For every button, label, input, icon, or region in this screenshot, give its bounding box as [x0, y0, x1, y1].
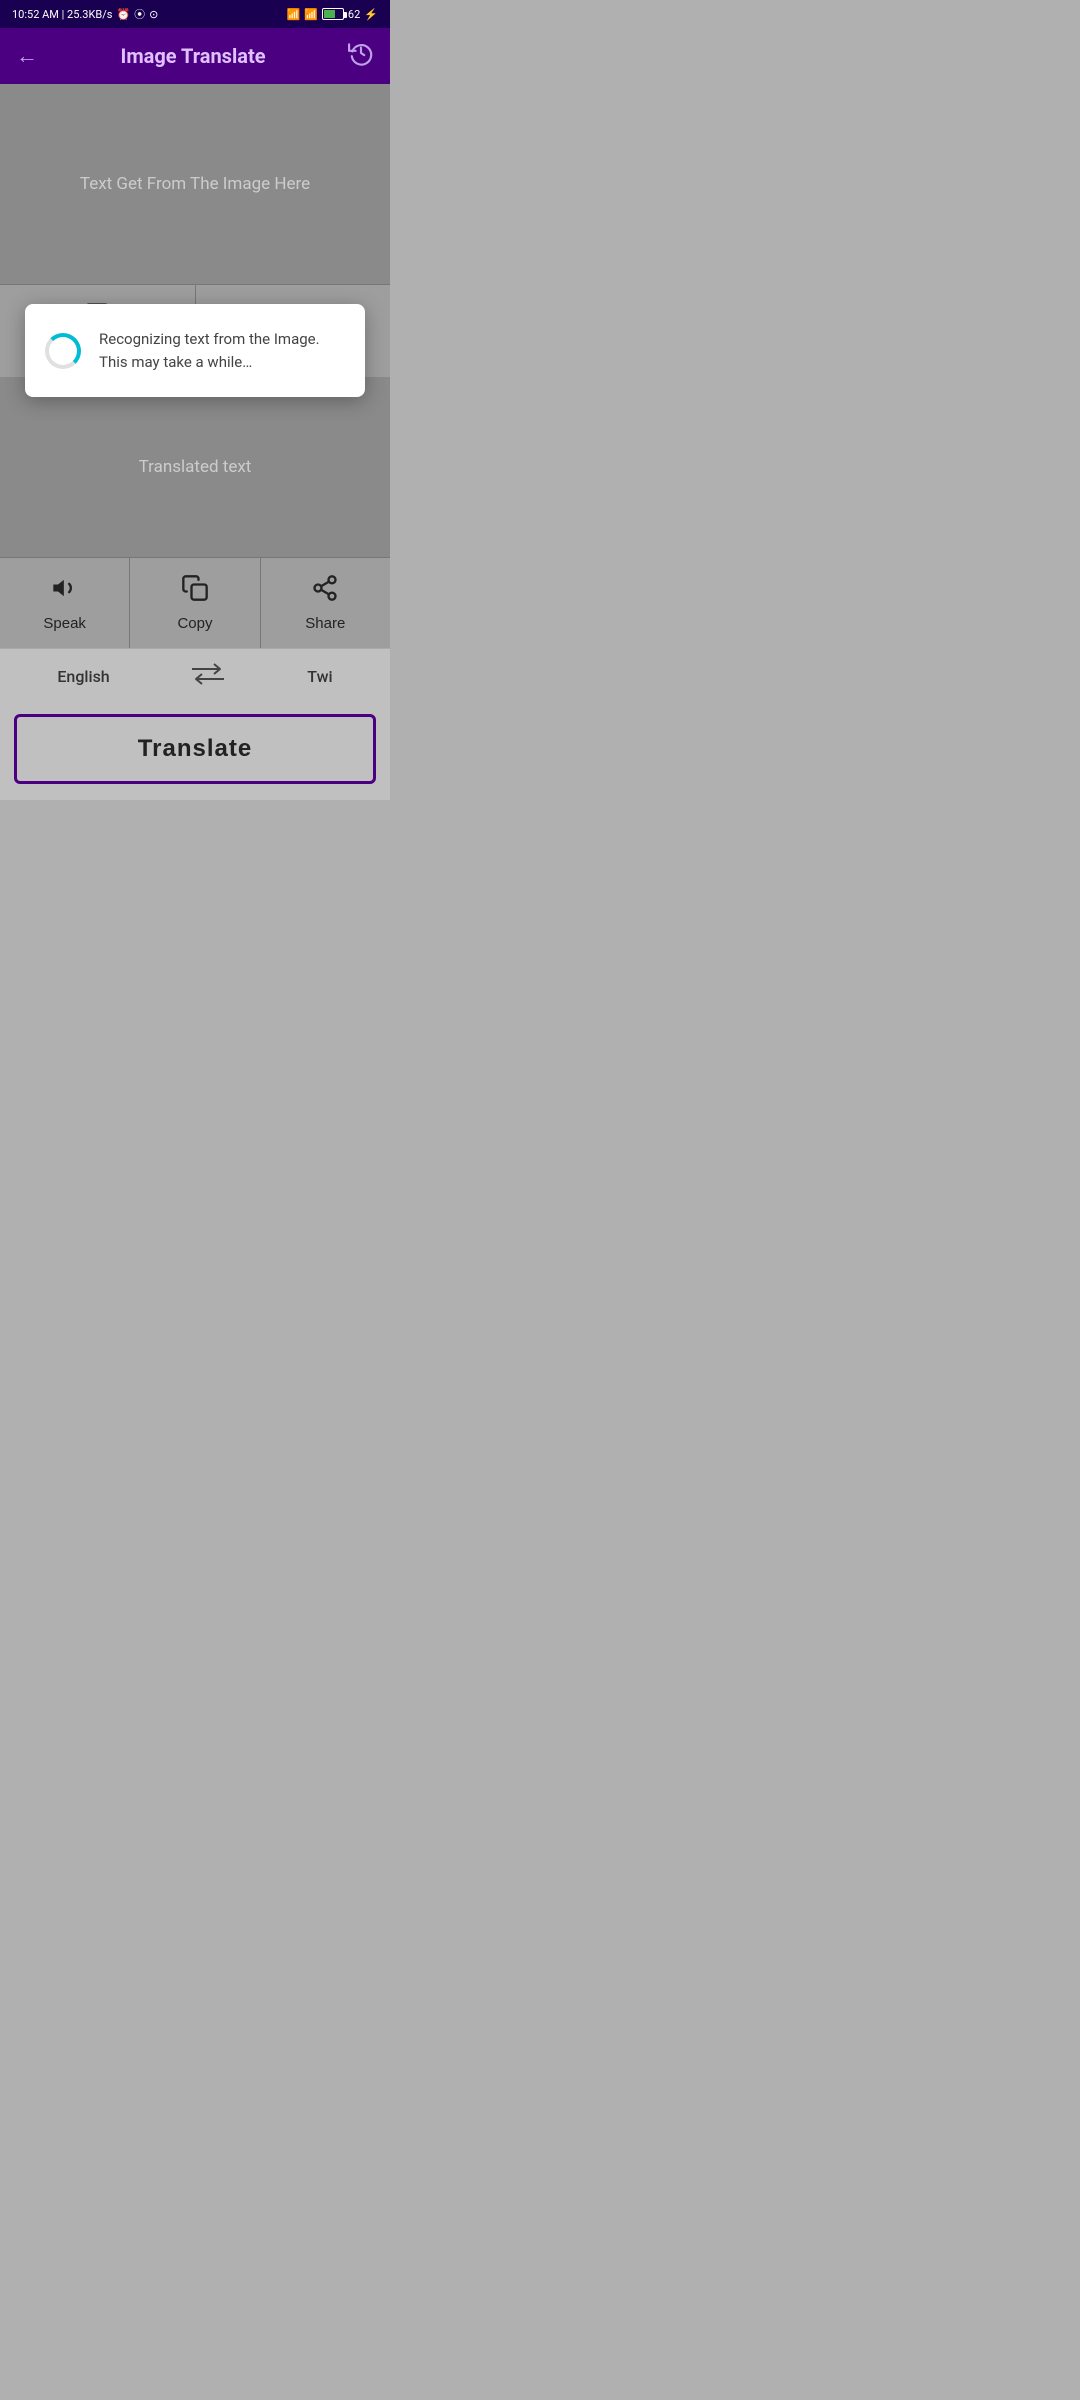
- source-text-area[interactable]: Text Get From The Image Here: [0, 84, 390, 284]
- loading-dialog-overlay: Recognizing text from the Image. This ma…: [0, 304, 390, 397]
- translate-btn-container: Translate: [0, 704, 390, 800]
- main-content: Text Get From The Image Here Select Imag…: [0, 84, 390, 648]
- battery-fill: [324, 10, 335, 18]
- share-icon: [311, 574, 339, 609]
- alarm-icon: ⏰: [116, 8, 130, 21]
- status-time: 10:52 AM | 25.3KB/s: [12, 8, 112, 21]
- bottom-action-row: Speak Copy Share: [0, 557, 390, 648]
- speaker-icon: [51, 574, 79, 609]
- copy-label: Copy: [177, 615, 212, 632]
- app-bar-title: Image Translate: [120, 44, 265, 68]
- translate-button[interactable]: Translate: [14, 714, 376, 784]
- app-icon-2: ⊙: [149, 8, 158, 21]
- wifi-icon: 📶: [304, 8, 318, 21]
- loading-spinner: [45, 333, 81, 369]
- copy-icon: [181, 574, 209, 609]
- language-bar: English Twi: [0, 648, 390, 704]
- battery-icon: [322, 8, 344, 20]
- translated-placeholder: Translated text: [139, 457, 252, 477]
- source-language[interactable]: English: [57, 667, 109, 686]
- battery-percent: 62: [348, 8, 360, 21]
- status-right: 📶 📶 62 ⚡: [287, 8, 378, 21]
- status-left: 10:52 AM | 25.3KB/s ⏰ ⦿ ⊙: [12, 6, 158, 22]
- signal-icon: 📶: [287, 8, 301, 21]
- app-bar: ← Image Translate: [0, 28, 390, 84]
- translated-text-area[interactable]: Translated text: [0, 377, 390, 557]
- back-button[interactable]: ←: [16, 43, 38, 69]
- app-icon-1: ⦿: [134, 6, 145, 22]
- share-button[interactable]: Share: [261, 558, 390, 648]
- swap-languages-button[interactable]: [192, 663, 224, 690]
- share-label: Share: [305, 615, 345, 632]
- speak-label: Speak: [43, 615, 86, 632]
- charging-icon: ⚡: [364, 8, 378, 21]
- status-bar: 10:52 AM | 25.3KB/s ⏰ ⦿ ⊙ 📶 📶 62 ⚡: [0, 0, 390, 28]
- target-language[interactable]: Twi: [307, 667, 332, 686]
- loading-message: Recognizing text from the Image. This ma…: [99, 328, 345, 373]
- speak-button[interactable]: Speak: [0, 558, 130, 648]
- copy-button[interactable]: Copy: [130, 558, 260, 648]
- loading-dialog: Recognizing text from the Image. This ma…: [25, 304, 365, 397]
- history-button[interactable]: [348, 40, 374, 72]
- source-placeholder: Text Get From The Image Here: [80, 174, 310, 194]
